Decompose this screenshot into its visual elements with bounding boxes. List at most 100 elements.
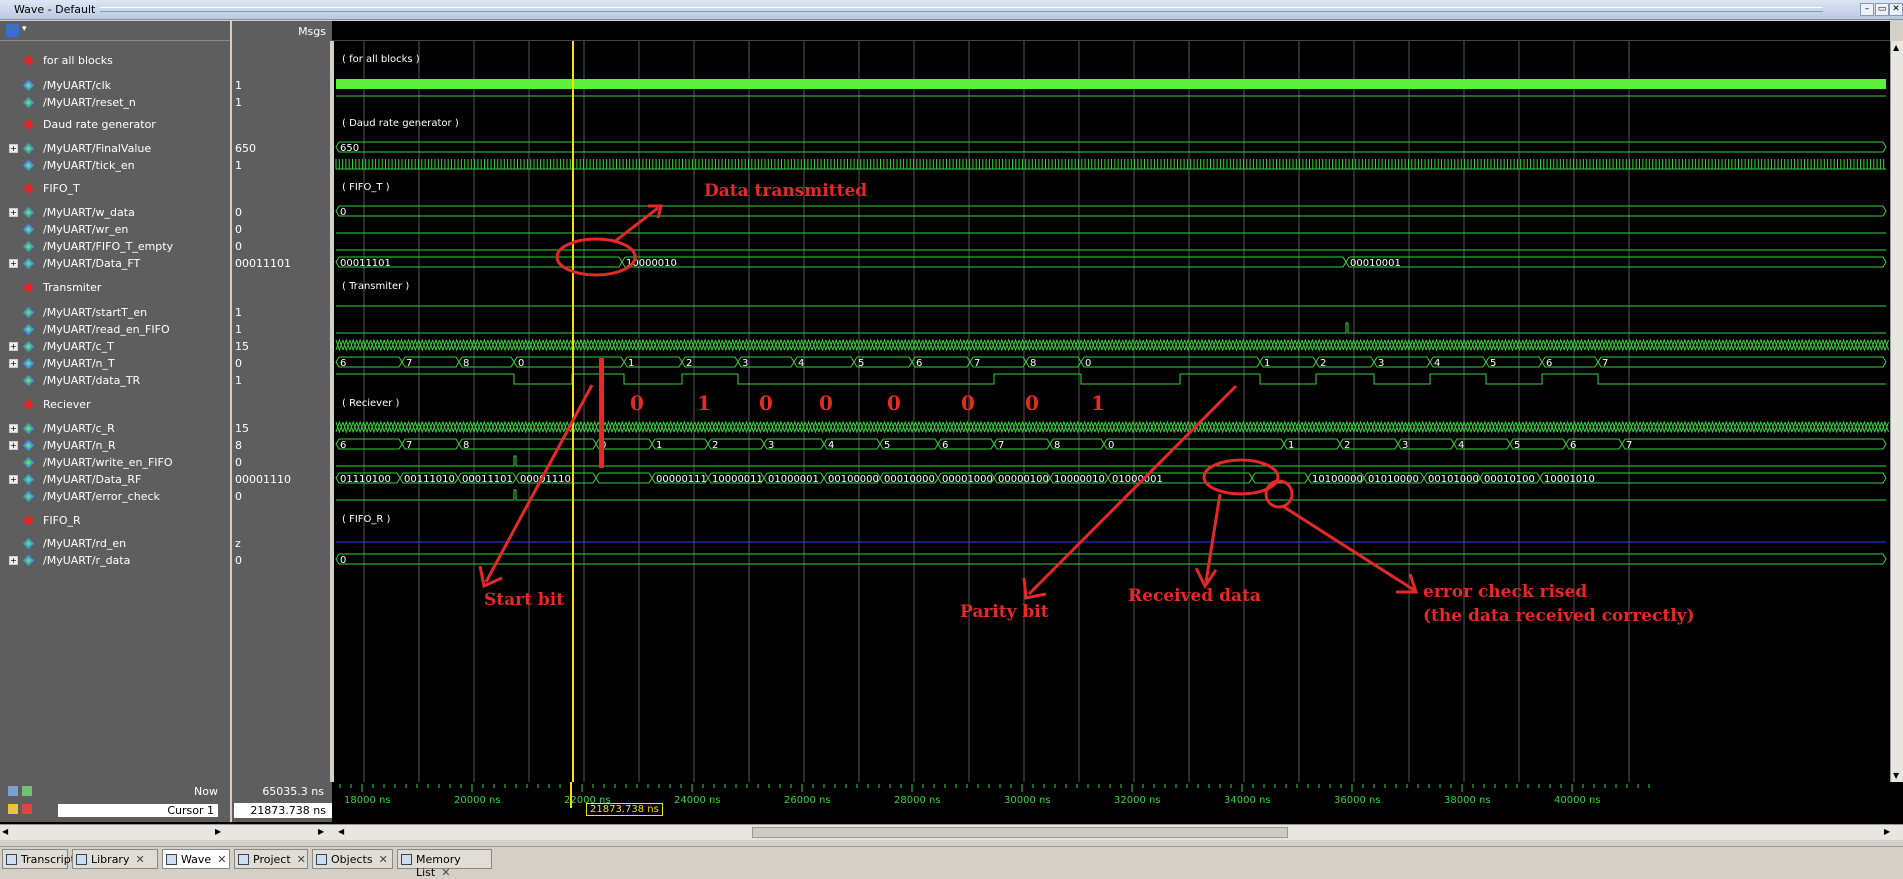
- signal-values-pane[interactable]: 1 1 650 1 0 0 0 00011101 1 1 15 0 1 15 8 0 00001110 0 z 0: [230, 41, 330, 782]
- tab-library[interactable]: Library ✕: [72, 849, 158, 869]
- signal-row[interactable]: + /MyUART/n_T: [0, 355, 230, 372]
- wave-header: [332, 21, 1890, 41]
- data-rf-value: 01110100: [340, 474, 391, 485]
- signal-row[interactable]: /MyUART/tick_en: [0, 157, 230, 174]
- signal-row[interactable]: + /MyUART/c_R: [0, 420, 230, 437]
- tab-transcript[interactable]: Transcript✕: [2, 849, 90, 869]
- signal-row[interactable]: FIFO_R: [0, 512, 230, 529]
- signal-row[interactable]: /MyUART/rd_en: [0, 535, 230, 552]
- maximize-button[interactable]: ▭: [1875, 3, 1889, 16]
- cursor-lock-icon[interactable]: [22, 786, 32, 796]
- signal-value: 1: [235, 306, 242, 319]
- divider-diamond-icon: [23, 119, 34, 130]
- expand-icon[interactable]: +: [9, 424, 18, 433]
- signal-row[interactable]: /MyUART/reset_n: [0, 94, 230, 111]
- signal-row[interactable]: /MyUART/write_en_FIFO: [0, 454, 230, 471]
- tab-project[interactable]: Project ✕: [234, 849, 308, 869]
- signal-name: for all blocks: [43, 54, 113, 67]
- signal-names-pane[interactable]: for all blocks/MyUART/clk/MyUART/reset_n…: [0, 41, 230, 782]
- tab-label: Wave: [181, 853, 212, 866]
- expand-icon[interactable]: +: [9, 259, 18, 268]
- start-bit-annotation: Start bit: [484, 590, 565, 610]
- clk-wave: [336, 79, 1886, 89]
- scroll-thumb[interactable]: [752, 827, 1288, 838]
- scroll-up-icon[interactable]: ▲: [1893, 43, 1899, 52]
- n-t-value: 3: [742, 358, 748, 369]
- wave-pane[interactable]: ( for all blocks ) ( Daud rate generator …: [332, 41, 1890, 782]
- signal-row[interactable]: FIFO_T: [0, 180, 230, 197]
- expand-icon[interactable]: +: [9, 441, 18, 450]
- signal-row[interactable]: Transmiter: [0, 279, 230, 296]
- parity-bit-annotation: Parity bit: [960, 602, 1049, 622]
- signal-row[interactable]: /MyUART/startT_en: [0, 304, 230, 321]
- signal-icon: [23, 474, 34, 485]
- tab-close-icon[interactable]: ✕: [297, 853, 306, 866]
- data-rf-value: 00000100: [998, 474, 1049, 485]
- scroll-down-icon[interactable]: ▼: [1893, 771, 1899, 780]
- tab-close-icon[interactable]: ✕: [217, 853, 226, 866]
- wave-scroll-right-icon[interactable]: ▶: [1884, 827, 1890, 836]
- expand-icon[interactable]: +: [9, 359, 18, 368]
- close-button[interactable]: ✕: [1889, 3, 1903, 16]
- cursor-time-tag[interactable]: 21873.738 ns: [586, 803, 663, 816]
- signal-row[interactable]: + /MyUART/FinalValue: [0, 140, 230, 157]
- cursor-label[interactable]: Cursor 1: [58, 804, 218, 817]
- n-t-segment: [1597, 356, 1887, 368]
- signal-row[interactable]: + /MyUART/c_T: [0, 338, 230, 355]
- n-r-value: 7: [1626, 440, 1632, 451]
- waveform-canvas[interactable]: ( for all blocks ) ( Daud rate generator …: [334, 41, 1890, 782]
- minimize-button[interactable]: –: [1860, 3, 1874, 16]
- scroll-left-icon[interactable]: ◀: [2, 827, 8, 836]
- timeline-label: 32000 ns: [1114, 795, 1161, 806]
- signal-row[interactable]: + /MyUART/Data_RF: [0, 471, 230, 488]
- delete-cursor-icon[interactable]: [22, 804, 32, 814]
- horizontal-scrollbar[interactable]: ◀ ▶ ▶ ◀ ▶: [0, 824, 1903, 840]
- divider-diamond-icon: [23, 282, 34, 293]
- signal-row[interactable]: for all blocks: [0, 52, 230, 69]
- tab-close-icon[interactable]: ✕: [441, 866, 450, 879]
- expand-icon[interactable]: +: [9, 208, 18, 217]
- signal-row[interactable]: + /MyUART/Data_FT: [0, 255, 230, 272]
- vertical-scrollbar[interactable]: ▲ ▼: [1890, 41, 1903, 782]
- signal-row[interactable]: /MyUART/data_TR: [0, 372, 230, 389]
- expand-icon[interactable]: +: [9, 475, 18, 484]
- signal-row[interactable]: /MyUART/read_en_FIFO: [0, 321, 230, 338]
- signal-value-row: 00001110: [232, 471, 332, 488]
- write-en-wave: [336, 455, 1886, 467]
- tab-wave[interactable]: Wave ✕: [162, 849, 230, 869]
- signal-row[interactable]: + /MyUART/r_data: [0, 552, 230, 569]
- signal-row[interactable]: Daud rate generator: [0, 116, 230, 133]
- divider-diamond-icon: [23, 515, 34, 526]
- tab-objects[interactable]: Objects ✕: [312, 849, 393, 869]
- signal-row[interactable]: /MyUART/error_check: [0, 488, 230, 505]
- names-scroll-right-icon[interactable]: ▶: [215, 827, 221, 836]
- add-cursor-icon[interactable]: [8, 786, 18, 796]
- n-r-value: 3: [1402, 440, 1408, 451]
- lock-icon[interactable]: [8, 804, 18, 814]
- timeline-label: 30000 ns: [1004, 795, 1051, 806]
- tab-close-icon[interactable]: ✕: [379, 853, 388, 866]
- signal-value-row: 1: [232, 321, 332, 338]
- dropdown-icon[interactable]: ▾: [22, 24, 27, 34]
- expand-icon[interactable]: +: [9, 556, 18, 565]
- expand-icon[interactable]: +: [9, 144, 18, 153]
- signal-value: 0: [235, 490, 242, 503]
- signal-row[interactable]: /MyUART/clk: [0, 77, 230, 94]
- n-r-value: 1: [1288, 440, 1294, 451]
- signal-value: 0: [235, 456, 242, 469]
- wave-tool-icon[interactable]: [6, 24, 19, 37]
- tab-memory-list[interactable]: Memory List ✕: [397, 849, 492, 879]
- timeline-ruler[interactable]: 18000 ns 20000 ns 22000 ns 24000 ns 26000 ns…: [332, 782, 1890, 826]
- signal-row[interactable]: + /MyUART/w_data: [0, 204, 230, 221]
- bit-value: 0: [961, 391, 975, 415]
- titlebar-grip[interactable]: [100, 7, 1823, 12]
- values-scroll-right-icon[interactable]: ▶: [318, 827, 324, 836]
- w-data-segment: [335, 205, 1887, 217]
- tab-close-icon[interactable]: ✕: [135, 853, 144, 866]
- signal-row[interactable]: /MyUART/wr_en: [0, 221, 230, 238]
- signal-row[interactable]: Reciever: [0, 396, 230, 413]
- expand-icon[interactable]: +: [9, 342, 18, 351]
- signal-row[interactable]: + /MyUART/n_R: [0, 437, 230, 454]
- signal-row[interactable]: /MyUART/FIFO_T_empty: [0, 238, 230, 255]
- wave-scroll-left-icon[interactable]: ◀: [338, 827, 344, 836]
